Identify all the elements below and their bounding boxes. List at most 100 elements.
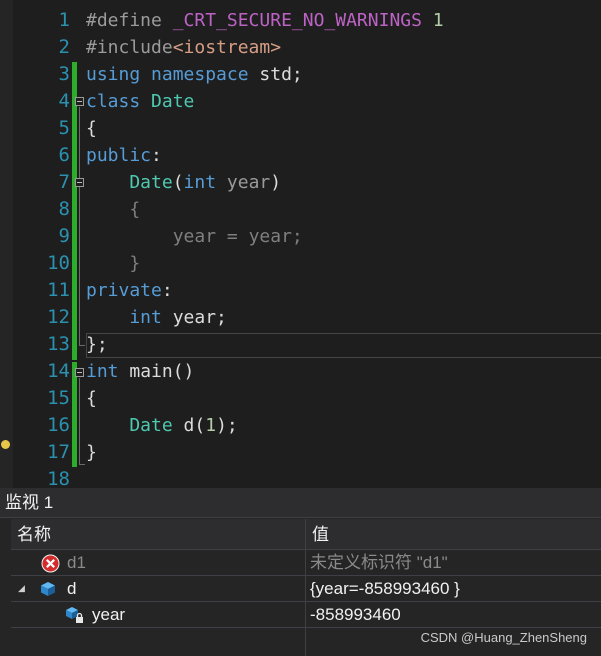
code-token: ; <box>291 226 303 247</box>
line-number: 7 <box>58 171 70 193</box>
watch-value: {year=-858993460 } <box>310 579 460 598</box>
line-number: 15 <box>47 387 70 409</box>
code-token: ( <box>194 415 206 436</box>
name-column-header[interactable]: 名称 <box>11 519 305 550</box>
object-icon <box>39 580 57 602</box>
code-line[interactable]: using namespace std; <box>86 61 303 88</box>
expand-icon[interactable]: ◢ <box>18 576 25 602</box>
bookmark-icon <box>1 440 10 449</box>
code-token: = <box>216 226 249 247</box>
watch-name: d <box>67 579 77 598</box>
line-number: 6 <box>58 144 70 166</box>
code-token: namespace <box>140 64 249 85</box>
watch-value: 未定义标识符 "d1" <box>310 553 448 572</box>
code-line[interactable]: } <box>86 250 140 277</box>
code-token: int <box>86 361 119 382</box>
private-field-icon <box>65 606 85 629</box>
code-token: main <box>118 361 173 382</box>
watch-panel-title[interactable]: 监视 1 <box>0 488 601 518</box>
code-line[interactable]: class Date <box>86 88 194 115</box>
code-token: d <box>172 415 195 436</box>
code-token: { <box>86 199 141 220</box>
code-line[interactable]: year = year; <box>86 223 303 250</box>
watch-value: -858993460 <box>310 605 401 624</box>
collapse-icon[interactable] <box>75 178 84 187</box>
line-number: 8 <box>58 198 70 220</box>
line-number: 11 <box>47 279 70 301</box>
collapse-icon[interactable] <box>75 368 84 377</box>
code-token: Date <box>86 415 173 436</box>
code-token: 1 <box>205 415 217 436</box>
breakpoint-margin[interactable] <box>0 0 13 488</box>
code-token: #define <box>86 10 173 31</box>
line-number: 1 <box>58 9 70 31</box>
code-token: ( <box>172 172 184 193</box>
line-number: 10 <box>47 252 70 274</box>
code-token: Date <box>140 91 195 112</box>
line-number: 5 <box>58 117 70 139</box>
code-token: using <box>86 64 141 85</box>
watch-row[interactable]: d1 未定义标识符 "d1" <box>11 550 601 576</box>
line-number: 3 <box>58 63 70 85</box>
code-editor[interactable]: 1 2 3 4 5 6 7 8 9 10 11 12 13 14 15 16 1… <box>0 0 601 488</box>
watch-name: d1 <box>67 553 86 572</box>
code-line[interactable]: int main() <box>86 358 194 385</box>
code-token: } <box>86 253 141 274</box>
code-line[interactable]: #include<iostream> <box>86 34 281 61</box>
line-number: 14 <box>47 360 70 382</box>
code-line[interactable]: { <box>86 115 97 142</box>
code-line[interactable]: } <box>86 439 97 466</box>
fold-guide-end <box>79 464 85 465</box>
code-token: } <box>86 442 97 463</box>
code-line[interactable]: Date d(1); <box>86 412 238 439</box>
collapse-icon[interactable] <box>75 97 84 106</box>
code-token: Date <box>86 172 173 193</box>
change-bar <box>72 362 77 467</box>
watermark: CSDN @Huang_ZhenSheng <box>420 630 587 645</box>
code-token: : <box>151 145 162 166</box>
code-token: }; <box>86 334 108 355</box>
line-number: 9 <box>58 225 70 247</box>
line-number: 18 <box>47 468 70 488</box>
code-token: year <box>248 226 292 247</box>
code-line[interactable]: public: <box>86 142 162 169</box>
code-token: _CRT_SECURE_NO_WARNINGS <box>172 10 422 31</box>
code-token: year <box>86 226 217 247</box>
change-bar <box>72 62 77 360</box>
code-line[interactable]: int year; <box>86 304 227 331</box>
line-number: 4 <box>58 90 70 112</box>
code-token: private <box>86 280 162 301</box>
code-token: std; <box>248 64 303 85</box>
code-token: { <box>86 388 97 409</box>
code-token: <iostream> <box>172 37 282 58</box>
error-icon <box>41 554 60 577</box>
line-number: 17 <box>47 441 70 463</box>
watch-row[interactable]: ◢ d {year=-858993460 } <box>11 576 601 602</box>
watch-name: year <box>92 605 126 624</box>
line-number: 13 <box>47 333 70 355</box>
code-token: int <box>86 307 162 328</box>
value-column-header[interactable]: 值 <box>306 519 601 550</box>
code-line[interactable]: #define _CRT_SECURE_NO_WARNINGS 1 <box>86 7 444 34</box>
code-line[interactable]: { <box>86 385 97 412</box>
watch-panel: 监视 1 名称 值 d1 未定义标识符 "d1" ◢ d {year=-8589… <box>0 488 601 656</box>
fold-guide <box>79 378 80 464</box>
code-line[interactable]: }; <box>86 331 108 358</box>
code-line[interactable]: { <box>86 196 140 223</box>
code-token: ); <box>216 415 238 436</box>
code-token: year; <box>161 307 227 328</box>
line-number: 2 <box>58 36 70 58</box>
code-line[interactable]: Date(int year) <box>86 169 281 196</box>
code-token: #include <box>86 37 173 58</box>
line-number: 12 <box>47 306 70 328</box>
code-token: { <box>86 118 97 139</box>
code-line[interactable]: private: <box>86 277 173 304</box>
fold-guide <box>79 107 80 345</box>
watch-row[interactable]: year -858993460 <box>11 602 601 628</box>
code-token: int <box>183 172 217 193</box>
code-token: year <box>216 172 271 193</box>
code-token: class <box>86 91 141 112</box>
code-token: () <box>172 361 195 382</box>
line-number: 16 <box>47 414 70 436</box>
code-token: public <box>86 145 152 166</box>
